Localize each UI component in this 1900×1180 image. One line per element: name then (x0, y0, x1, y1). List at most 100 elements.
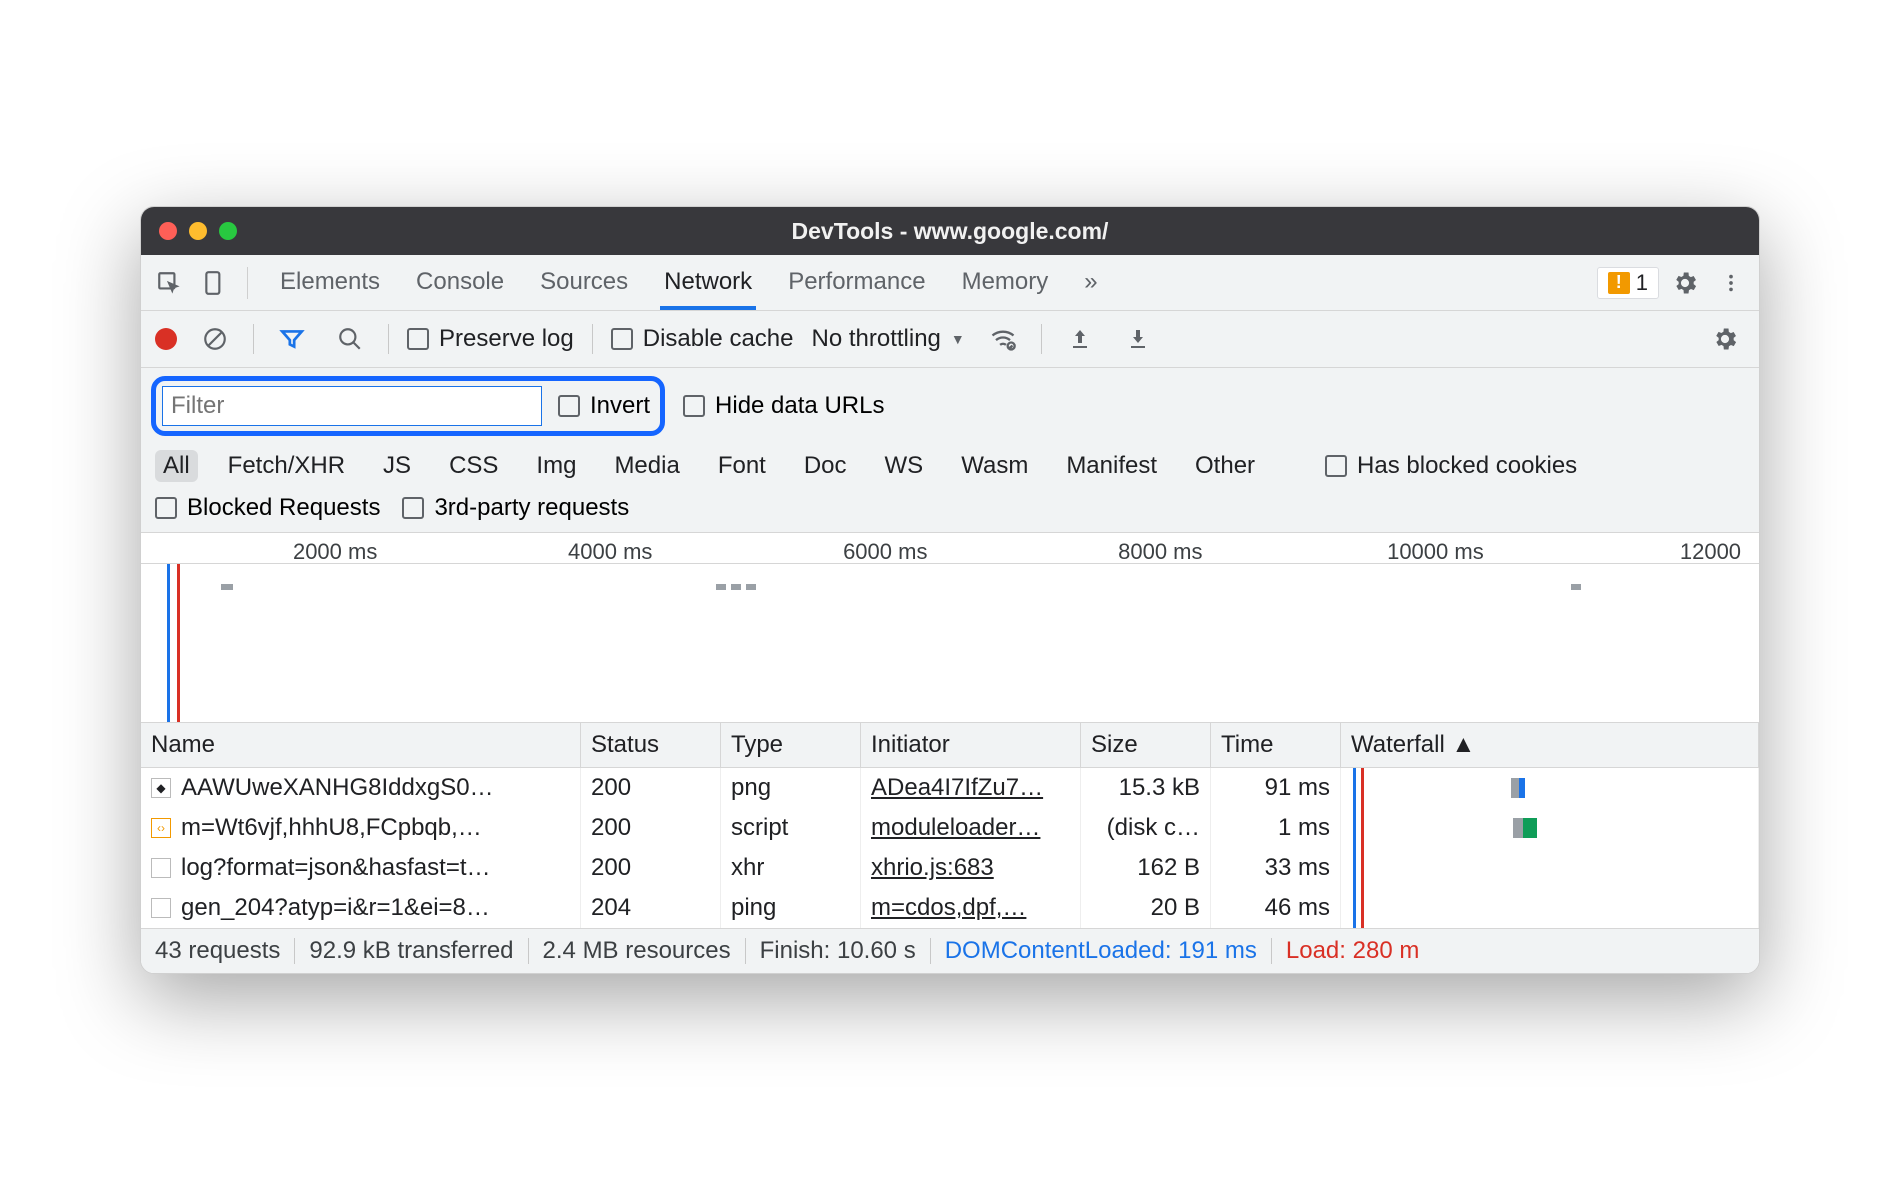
status-dcl: DOMContentLoaded: 191 ms (945, 937, 1257, 965)
has-blocked-cookies-checkbox[interactable]: Has blocked cookies (1325, 452, 1577, 480)
timeline-overview[interactable]: 2000 ms 4000 ms 6000 ms 8000 ms 10000 ms… (141, 533, 1759, 723)
table-row[interactable]: gen_204?atyp=i&r=1&ei=8… (141, 888, 581, 928)
waterfall-cell (1341, 888, 1759, 928)
type-all[interactable]: All (155, 450, 198, 482)
panel-tabs: Elements Console Sources Network Perform… (276, 255, 1102, 310)
window-title: DevTools - www.google.com/ (141, 218, 1759, 245)
export-har-icon[interactable] (1118, 319, 1158, 359)
resource-type-filter: All Fetch/XHR JS CSS Img Media Font Doc … (141, 444, 1759, 488)
waterfall-cell (1341, 848, 1759, 888)
devtools-window: DevTools - www.google.com/ Elements Cons… (140, 206, 1760, 974)
main-tabs-row: Elements Console Sources Network Perform… (141, 255, 1759, 311)
status-resources: 2.4 MB resources (543, 937, 731, 965)
tick-label: 4000 ms (568, 539, 652, 565)
status-requests: 43 requests (155, 937, 280, 965)
initiator-link[interactable]: xhrio.js:683 (861, 848, 1081, 888)
search-icon[interactable] (330, 319, 370, 359)
tab-sources[interactable]: Sources (536, 255, 632, 310)
type-manifest[interactable]: Manifest (1058, 450, 1165, 482)
initiator-link[interactable]: moduleloader… (861, 808, 1081, 848)
clear-icon[interactable] (195, 319, 235, 359)
image-file-icon: ◆ (151, 778, 171, 798)
network-toolbar: Preserve log Disable cache No throttling… (141, 311, 1759, 368)
sort-indicator-icon: ▲ (1451, 731, 1475, 758)
invert-checkbox[interactable]: Invert (558, 392, 650, 420)
type-other[interactable]: Other (1187, 450, 1263, 482)
col-waterfall[interactable]: Waterfall ▲ (1341, 723, 1759, 768)
col-size[interactable]: Size (1081, 723, 1211, 768)
record-button[interactable] (155, 328, 177, 350)
dcl-marker (167, 564, 170, 722)
titlebar: DevTools - www.google.com/ (141, 207, 1759, 255)
filter-input[interactable] (162, 386, 542, 426)
request-bar (731, 584, 741, 590)
tab-performance[interactable]: Performance (784, 255, 929, 310)
tabs-overflow[interactable]: » (1080, 255, 1101, 310)
network-settings-icon[interactable] (1705, 319, 1745, 359)
divider (253, 324, 254, 354)
request-bar (1571, 584, 1581, 590)
divider (1041, 324, 1042, 354)
throttling-select[interactable]: No throttling ▼ (811, 325, 964, 353)
kebab-menu-icon[interactable] (1711, 263, 1751, 303)
status-transferred: 92.9 kB transferred (309, 937, 513, 965)
tick-label: 10000 ms (1387, 539, 1484, 565)
inspect-icon[interactable] (149, 263, 189, 303)
script-file-icon: ‹› (151, 818, 171, 838)
issues-count: 1 (1636, 270, 1648, 296)
type-fetch-xhr[interactable]: Fetch/XHR (220, 450, 353, 482)
status-bar: 43 requests 92.9 kB transferred 2.4 MB r… (141, 928, 1759, 973)
generic-file-icon (151, 898, 171, 918)
filter-toggle-icon[interactable] (272, 319, 312, 359)
filter-highlight: Invert (151, 376, 665, 436)
requests-table: Name Status Type Initiator Size Time Wat… (141, 723, 1759, 928)
request-bar (746, 584, 756, 590)
col-type[interactable]: Type (721, 723, 861, 768)
chevron-down-icon: ▼ (951, 331, 965, 347)
type-ws[interactable]: WS (877, 450, 932, 482)
request-bar (221, 584, 233, 590)
third-party-checkbox[interactable]: 3rd-party requests (402, 494, 629, 522)
table-row[interactable]: log?format=json&hasfast=t… (141, 848, 581, 888)
load-marker (177, 564, 180, 722)
network-conditions-icon[interactable] (983, 319, 1023, 359)
col-status[interactable]: Status (581, 723, 721, 768)
waterfall-cell (1341, 768, 1759, 808)
status-load: Load: 280 m (1286, 937, 1419, 965)
tick-label: 8000 ms (1118, 539, 1202, 565)
tab-network[interactable]: Network (660, 255, 756, 310)
type-js[interactable]: JS (375, 450, 419, 482)
tab-elements[interactable]: Elements (276, 255, 384, 310)
type-media[interactable]: Media (606, 450, 687, 482)
tick-label: 2000 ms (293, 539, 377, 565)
tab-memory[interactable]: Memory (958, 255, 1053, 310)
table-row[interactable]: ‹›m=Wt6vjf,hhhU8,FCpbqb,… (141, 808, 581, 848)
blocked-requests-checkbox[interactable]: Blocked Requests (155, 494, 380, 522)
divider (592, 324, 593, 354)
import-har-icon[interactable] (1060, 319, 1100, 359)
filter-row: Invert Hide data URLs (141, 368, 1759, 444)
tick-label: 6000 ms (843, 539, 927, 565)
issues-badge[interactable]: ! 1 (1597, 267, 1659, 299)
tab-console[interactable]: Console (412, 255, 508, 310)
initiator-link[interactable]: m=cdos,dpf,… (861, 888, 1081, 928)
device-toolbar-icon[interactable] (195, 263, 235, 303)
initiator-link[interactable]: ADea4I7IfZu7… (861, 768, 1081, 808)
divider (247, 267, 248, 299)
type-wasm[interactable]: Wasm (953, 450, 1036, 482)
preserve-log-checkbox[interactable]: Preserve log (407, 325, 574, 353)
col-time[interactable]: Time (1211, 723, 1341, 768)
disable-cache-checkbox[interactable]: Disable cache (611, 325, 794, 353)
hide-data-urls-checkbox[interactable]: Hide data URLs (683, 392, 884, 420)
type-font[interactable]: Font (710, 450, 774, 482)
waterfall-cell (1341, 808, 1759, 848)
type-img[interactable]: Img (528, 450, 584, 482)
request-bar (716, 584, 726, 590)
table-row[interactable]: ◆AAWUweXANHG8IddxgS0… (141, 768, 581, 808)
type-css[interactable]: CSS (441, 450, 506, 482)
status-finish: Finish: 10.60 s (760, 937, 916, 965)
col-initiator[interactable]: Initiator (861, 723, 1081, 768)
col-name[interactable]: Name (141, 723, 581, 768)
settings-icon[interactable] (1665, 263, 1705, 303)
type-doc[interactable]: Doc (796, 450, 855, 482)
